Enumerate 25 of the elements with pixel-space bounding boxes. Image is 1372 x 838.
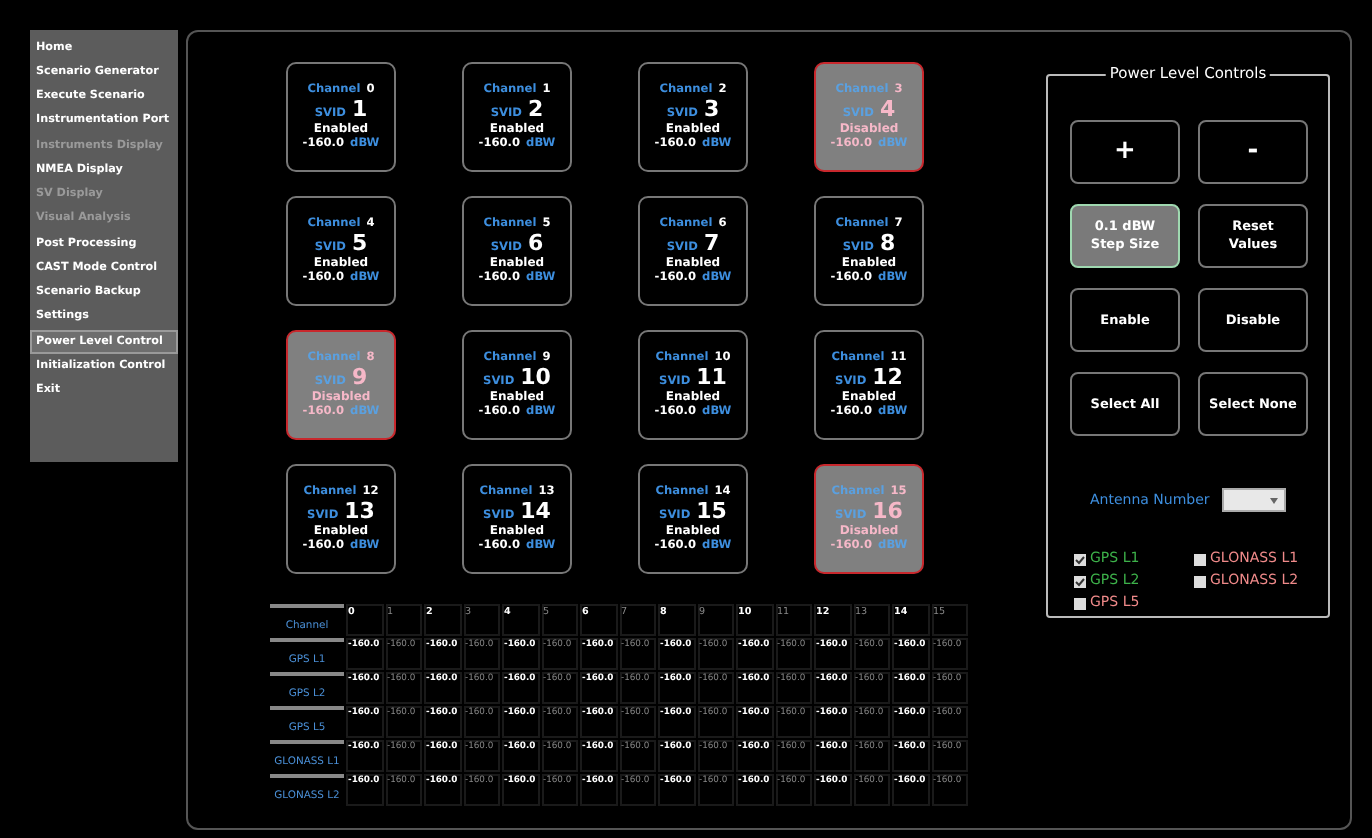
svid-number: 11 xyxy=(696,366,727,390)
svid-number: 1 xyxy=(351,98,368,122)
svid-number: 6 xyxy=(527,232,544,256)
svid-number: 13 xyxy=(344,500,375,524)
checkbox[interactable] xyxy=(1194,575,1206,587)
caret-icon xyxy=(1269,498,1278,504)
svid-number: 8 xyxy=(879,232,896,256)
svid-number: 15 xyxy=(696,500,727,524)
svid-number: 7 xyxy=(703,232,720,256)
svid-number: 5 xyxy=(351,232,368,256)
svid-number: 3 xyxy=(703,98,720,122)
svid-number: 10 xyxy=(520,366,551,390)
svid-number: 12 xyxy=(872,366,903,390)
control-button[interactable]: + xyxy=(1070,120,1180,184)
checkbox[interactable] xyxy=(1194,553,1206,565)
svid-number: 16 xyxy=(872,500,903,524)
checkbox[interactable] xyxy=(1074,597,1086,609)
svid-number: 14 xyxy=(520,500,551,524)
svid-number: 9 xyxy=(351,366,368,390)
control-button[interactable]: - xyxy=(1198,120,1308,184)
checkbox[interactable] xyxy=(1074,553,1086,565)
svid-number: 2 xyxy=(527,98,544,122)
antenna-dropdown[interactable] xyxy=(1221,488,1286,512)
svid-number: 4 xyxy=(879,98,896,122)
checkbox[interactable] xyxy=(1074,575,1086,587)
